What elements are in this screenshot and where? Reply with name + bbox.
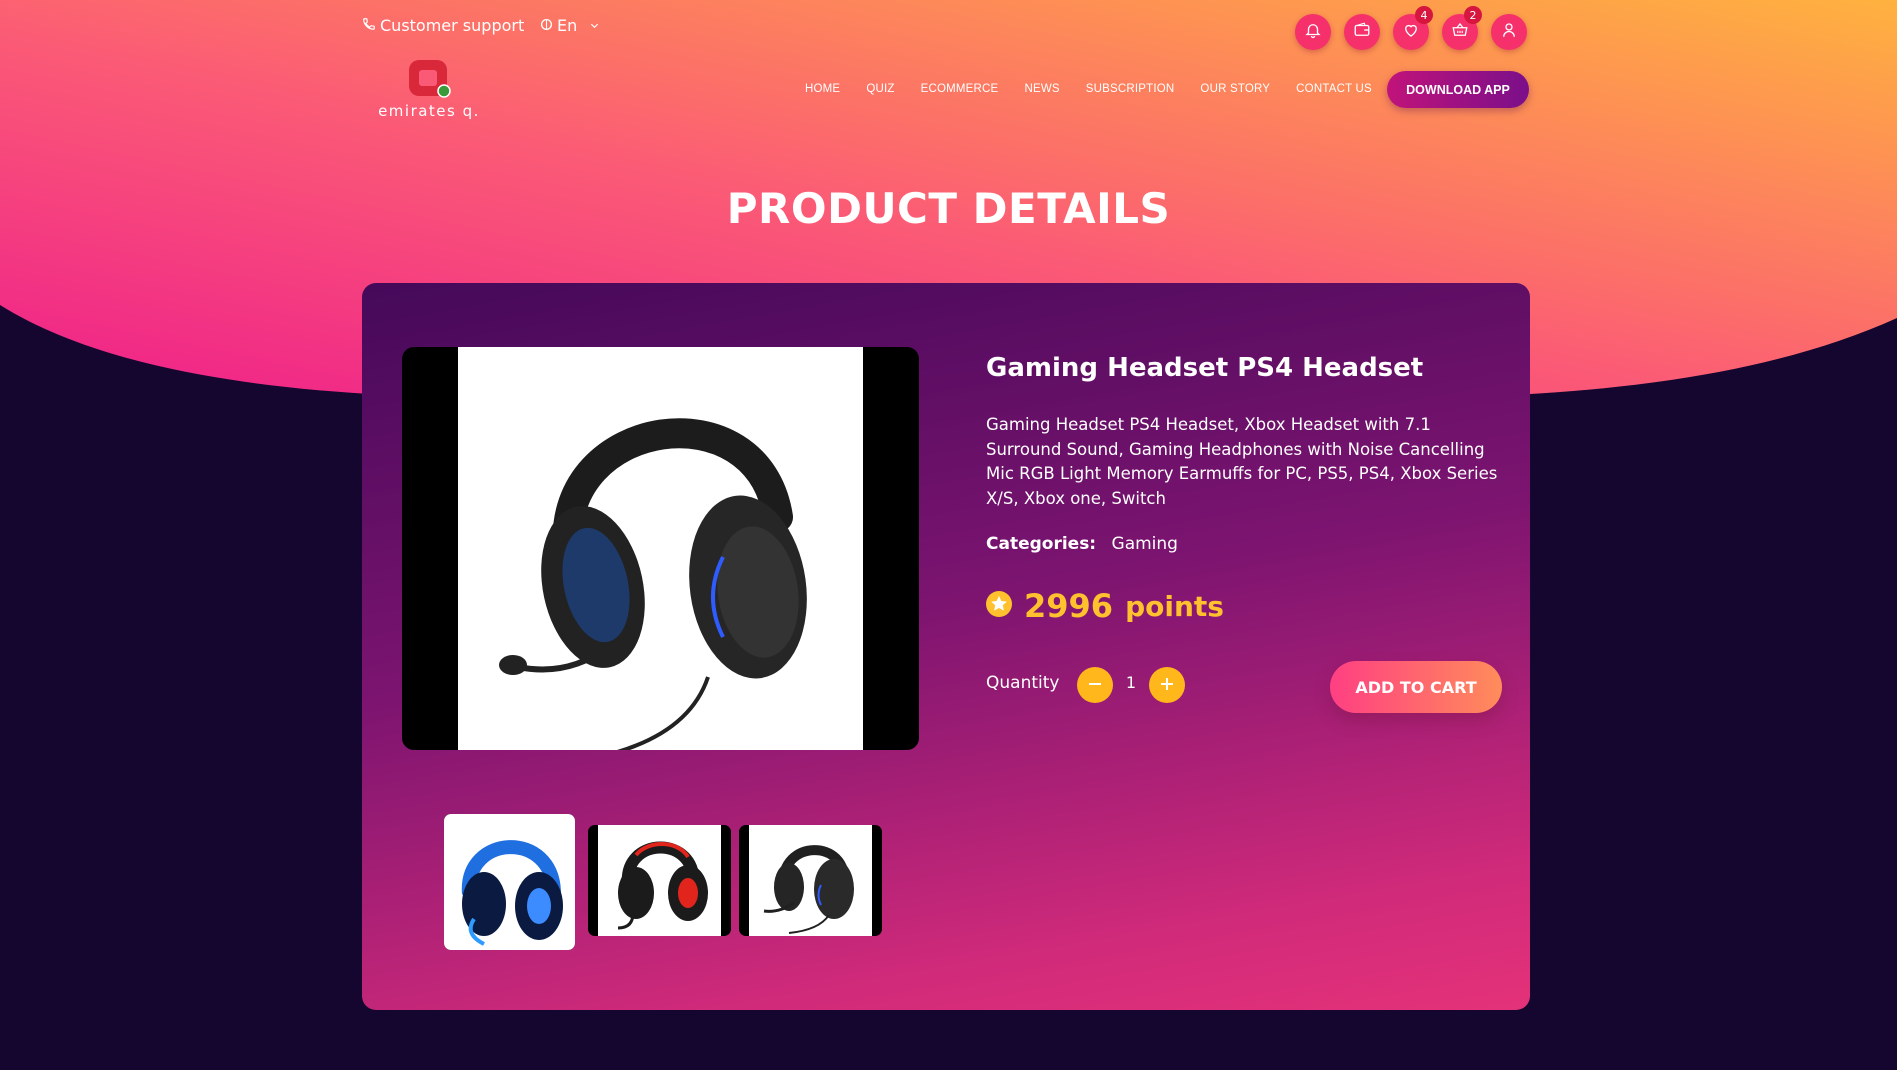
price-value: 2996 <box>1024 587 1114 625</box>
download-app-button[interactable]: DOWNLOAD APP <box>1387 71 1529 108</box>
headset-blue-thumbnail <box>461 840 563 946</box>
categories-label: Categories: <box>986 534 1097 554</box>
notifications-button[interactable] <box>1295 14 1331 50</box>
nav-news[interactable]: NEWS <box>1024 83 1059 95</box>
nav-quiz[interactable]: QUIZ <box>866 83 894 95</box>
nav-home[interactable]: HOME <box>805 83 840 95</box>
site-logo[interactable]: emirates q. <box>369 58 489 124</box>
phone-icon <box>362 16 376 35</box>
nav-ecommerce[interactable]: ECOMMERCE <box>921 83 999 95</box>
wishlist-button[interactable]: 4 <box>1393 6 1433 50</box>
product-card: Gaming Headset PS4 Headset Gaming Headse… <box>362 283 1530 1010</box>
user-icon <box>1500 21 1518 43</box>
basket-icon <box>1451 21 1469 43</box>
customer-support-link[interactable]: Customer support <box>362 16 524 35</box>
wallet-icon <box>1353 21 1371 43</box>
wishlist-count-badge: 4 <box>1415 6 1433 24</box>
product-description: Gaming Headset PS4 Headset, Xbox Headset… <box>986 415 1498 508</box>
plus-icon <box>1159 676 1175 695</box>
headset-black-thumbnail <box>763 845 854 934</box>
quantity-label: Quantity <box>986 673 1060 693</box>
customer-support-label: Customer support <box>380 16 525 35</box>
logo-text: emirates q. <box>378 102 480 120</box>
top-bar: Customer support En 4 2 <box>362 6 1530 54</box>
minus-icon <box>1087 676 1103 695</box>
logo-mark <box>409 60 451 98</box>
heart-icon <box>1402 21 1420 43</box>
product-categories: Categories: Gaming <box>986 534 1178 554</box>
product-title: Gaming Headset PS4 Headset <box>986 353 1424 383</box>
bell-icon <box>1304 21 1322 43</box>
page-title: PRODUCT DETAILS <box>726 184 1171 233</box>
wallet-button[interactable] <box>1344 14 1380 50</box>
cart-count-badge: 2 <box>1464 6 1482 24</box>
category-link[interactable]: Gaming <box>1112 534 1178 554</box>
language-selector[interactable]: En <box>540 16 600 35</box>
quantity-decrease-button[interactable] <box>1077 667 1113 703</box>
product-main-image <box>402 347 919 750</box>
thumbnail-3[interactable] <box>739 825 882 936</box>
globe-icon <box>540 16 553 35</box>
price-unit: points <box>1125 589 1224 623</box>
quantity-value: 1 <box>1125 673 1137 692</box>
headset-image <box>499 418 807 750</box>
language-value: En <box>557 16 578 35</box>
nav-our-story[interactable]: OUR STORY <box>1200 83 1270 95</box>
chevron-down-icon <box>589 16 600 35</box>
thumbnail-2[interactable] <box>588 825 731 936</box>
cart-button[interactable]: 2 <box>1442 6 1482 50</box>
profile-button[interactable] <box>1491 14 1527 50</box>
main-nav: HOME QUIZ ECOMMERCE NEWS SUBSCRIPTION OU… <box>805 83 1398 95</box>
headset-red-thumbnail <box>617 841 708 930</box>
nav-subscription[interactable]: SUBSCRIPTION <box>1086 83 1175 95</box>
thumbnail-1[interactable] <box>444 814 575 950</box>
quantity-increase-button[interactable] <box>1149 667 1185 703</box>
product-price: 2996 points <box>986 587 1224 625</box>
add-to-cart-button[interactable]: ADD TO CART <box>1330 661 1502 713</box>
star-icon <box>986 591 1012 621</box>
nav-contact-us[interactable]: CONTACT US <box>1296 83 1372 95</box>
